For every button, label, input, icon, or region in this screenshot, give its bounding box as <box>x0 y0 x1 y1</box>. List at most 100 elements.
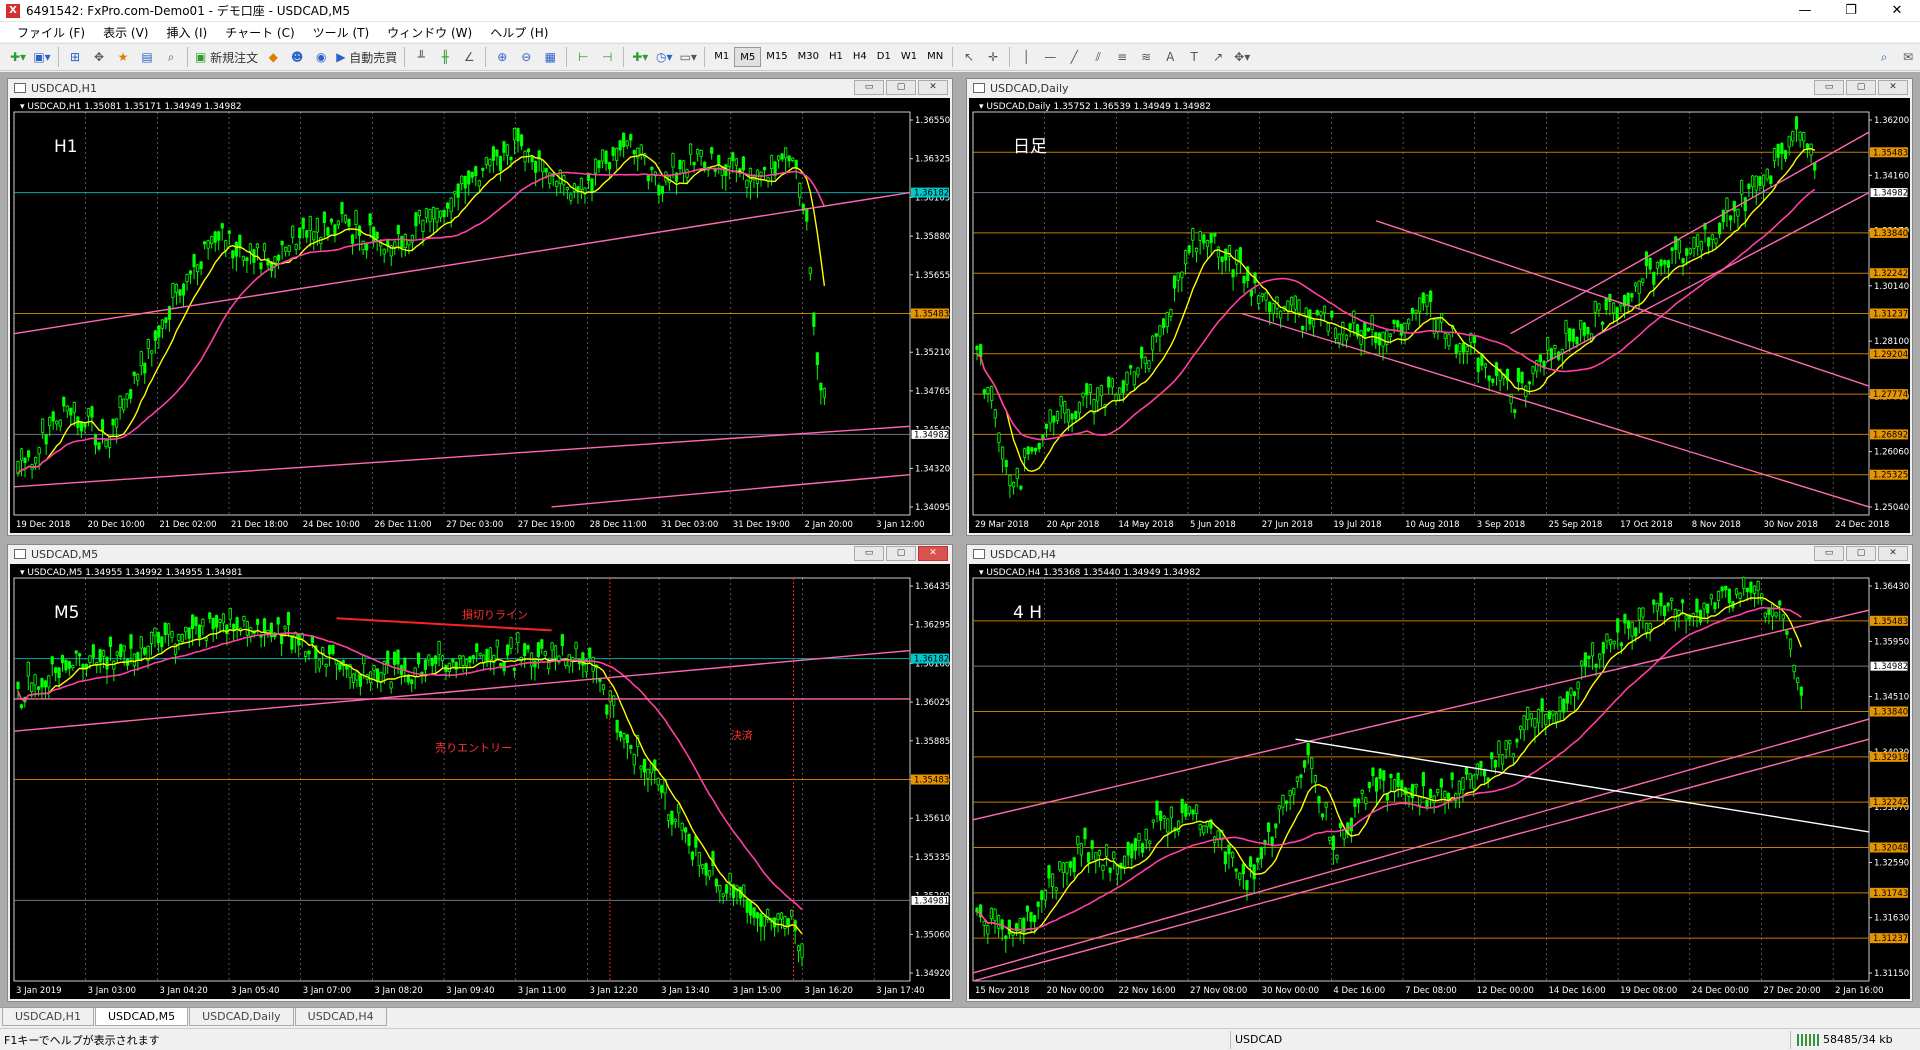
shapes-icon[interactable]: ✥▾ <box>1231 46 1253 68</box>
chart-minimize-button[interactable]: ▭ <box>854 80 884 95</box>
zoom-out-icon[interactable]: ⊖ <box>515 46 537 68</box>
tab-usdcad-h4[interactable]: USDCAD,H4 <box>294 1008 387 1026</box>
connection-icon <box>1797 1033 1819 1046</box>
profiles-icon[interactable]: ▣▾ <box>31 46 53 68</box>
menu-file[interactable]: ファイル (F) <box>8 24 94 41</box>
chart-minimize-button[interactable]: ▭ <box>1814 546 1844 561</box>
timeframe-m5[interactable]: M5 <box>734 47 762 67</box>
equidistant-channel-icon[interactable]: ⫽ <box>1087 46 1109 68</box>
zoom-in-icon[interactable]: ⊕ <box>491 46 513 68</box>
chart-maximize-button[interactable]: ▢ <box>1846 80 1876 95</box>
moving-average-line[interactable] <box>17 628 803 935</box>
chart-window-h1[interactable]: USDCAD,H1 ▭ ▢ ✕ ▾ USDCAD,H1 1.35081 1.3517… <box>7 78 953 536</box>
fibonacci-icon[interactable]: ≡ <box>1111 46 1133 68</box>
chart-canvas-m5[interactable]: ▾ USDCAD,M5 1.34955 1.34992 1.34955 1.34… <box>10 564 950 999</box>
auto-scroll-icon[interactable]: ⊢ <box>572 46 594 68</box>
menu-window[interactable]: ウィンドウ (W) <box>378 24 481 41</box>
new-chart-icon[interactable]: ✚▾ <box>7 46 29 68</box>
periods-icon[interactable]: ◷▾ <box>653 46 675 68</box>
chart-shift-icon[interactable]: ⊣ <box>596 46 618 68</box>
cursor-icon[interactable]: ↖ <box>958 46 980 68</box>
moving-average-line[interactable] <box>976 596 1802 935</box>
timeframe-mn[interactable]: MN <box>922 47 948 67</box>
chart-maximize-button[interactable]: ▢ <box>886 546 916 561</box>
trend-line[interactable] <box>1241 312 1870 508</box>
chart-window-h4[interactable]: USDCAD,H4 ▭ ▢ ✕ ▾ USDCAD,H4 1.35368 1.3544… <box>966 544 1913 1002</box>
chart-canvas-h4[interactable]: ▾ USDCAD,H4 1.35368 1.35440 1.34949 1.34… <box>969 564 1910 999</box>
chart-canvas-daily[interactable]: ▾ USDCAD,Daily 1.35752 1.36539 1.34949 1… <box>969 98 1910 533</box>
moving-average-line[interactable] <box>976 606 1802 931</box>
indicators-icon[interactable]: ✚▾ <box>629 46 651 68</box>
chart-maximize-button[interactable]: ▢ <box>886 80 916 95</box>
crosshair-icon[interactable]: ✛ <box>982 46 1004 68</box>
chart-close-button[interactable]: ✕ <box>1878 546 1908 561</box>
terminal-icon[interactable]: ▤ <box>136 46 158 68</box>
chat-icon[interactable]: ✉ <box>1897 46 1919 68</box>
menu-tools[interactable]: ツール (T) <box>304 24 379 41</box>
candlestick-icon[interactable]: ╫ <box>434 46 456 68</box>
chart-minimize-button[interactable]: ▭ <box>854 546 884 561</box>
timeframe-d1[interactable]: D1 <box>872 47 896 67</box>
chart-canvas-h1[interactable]: ▾ USDCAD,H1 1.35081 1.35171 1.34949 1.34… <box>10 98 950 533</box>
search-icon[interactable]: ⌕ <box>1873 46 1895 68</box>
fibo-fan-icon[interactable]: ≋ <box>1135 46 1157 68</box>
tab-usdcad-m5[interactable]: USDCAD,M5 <box>94 1008 189 1026</box>
chart-maximize-button[interactable]: ▢ <box>1846 546 1876 561</box>
tile-windows-icon[interactable]: ▦ <box>539 46 561 68</box>
text-icon[interactable]: A <box>1159 46 1181 68</box>
trend-line[interactable] <box>13 425 911 488</box>
candle <box>1663 260 1667 265</box>
signals-icon[interactable]: ☻ <box>286 46 308 68</box>
chart-window-m5[interactable]: USDCAD,M5 ▭ ▢ ✕ ▾ USDCAD,M5 1.34955 1.3499… <box>7 544 953 1002</box>
trend-line[interactable] <box>972 738 1870 982</box>
data-window-icon[interactable]: ✥ <box>88 46 110 68</box>
tab-usdcad-daily[interactable]: USDCAD,Daily <box>189 1008 294 1026</box>
bar-chart-icon[interactable]: ╨ <box>410 46 432 68</box>
trend-line[interactable] <box>13 191 911 335</box>
moving-average-line[interactable] <box>17 167 826 474</box>
templates-icon[interactable]: ▭▾ <box>677 46 699 68</box>
moving-average-line[interactable] <box>976 147 1816 473</box>
timeframe-w1[interactable]: W1 <box>896 47 922 67</box>
timeframe-m15[interactable]: M15 <box>761 47 792 67</box>
horizontal-line-icon[interactable]: — <box>1039 46 1061 68</box>
timeframe-h1[interactable]: H1 <box>824 47 848 67</box>
menu-insert[interactable]: 挿入 (I) <box>157 24 216 41</box>
maximize-button[interactable]: ❐ <box>1828 0 1874 22</box>
market-icon[interactable]: ◉ <box>310 46 332 68</box>
candle <box>1333 327 1338 339</box>
moving-average-line[interactable] <box>17 632 803 911</box>
chart-close-button[interactable]: ✕ <box>918 546 948 561</box>
menu-help[interactable]: ヘルプ (H) <box>481 24 557 41</box>
chart-close-button[interactable]: ✕ <box>918 80 948 95</box>
trendline-icon[interactable]: ╱ <box>1063 46 1085 68</box>
trend-line[interactable] <box>972 609 1870 821</box>
candle <box>139 636 143 649</box>
vertical-line-icon[interactable]: │ <box>1015 46 1037 68</box>
arrows-icon[interactable]: ↗ <box>1207 46 1229 68</box>
tab-usdcad-h1[interactable]: USDCAD,H1 <box>2 1008 94 1026</box>
line-chart-icon[interactable]: ∠ <box>458 46 480 68</box>
minimize-button[interactable]: — <box>1782 0 1828 22</box>
candle <box>224 240 228 251</box>
chart-minimize-button[interactable]: ▭ <box>1814 80 1844 95</box>
chart-close-button[interactable]: ✕ <box>1878 80 1908 95</box>
timeframe-m30[interactable]: M30 <box>793 47 824 67</box>
market-watch-icon[interactable]: ⊞ <box>64 46 86 68</box>
timeframe-m1[interactable]: M1 <box>709 47 734 67</box>
metaeditor-icon[interactable]: ◆ <box>262 46 284 68</box>
chart-window-daily[interactable]: USDCAD,Daily ▭ ▢ ✕ ▾ USDCAD,Daily 1.35752 … <box>966 78 1913 536</box>
close-button[interactable]: ✕ <box>1874 0 1920 22</box>
new-order-button[interactable]: ▣ 新規注文 <box>193 46 260 68</box>
menu-view[interactable]: 表示 (V) <box>94 24 157 41</box>
trend-line[interactable] <box>1546 191 1870 363</box>
strategy-tester-icon[interactable]: ⌕ <box>160 46 182 68</box>
text-label-icon[interactable]: T <box>1183 46 1205 68</box>
connection-status[interactable]: 58485/34 kb <box>1790 1030 1893 1049</box>
trend-line[interactable] <box>1295 738 1870 833</box>
navigator-icon[interactable]: ★ <box>112 46 134 68</box>
timeframe-h4[interactable]: H4 <box>848 47 872 67</box>
auto-trade-button[interactable]: ▶ 自動売買 <box>334 46 399 68</box>
menu-chart[interactable]: チャート (C) <box>216 24 303 41</box>
trend-line[interactable] <box>1375 220 1870 387</box>
